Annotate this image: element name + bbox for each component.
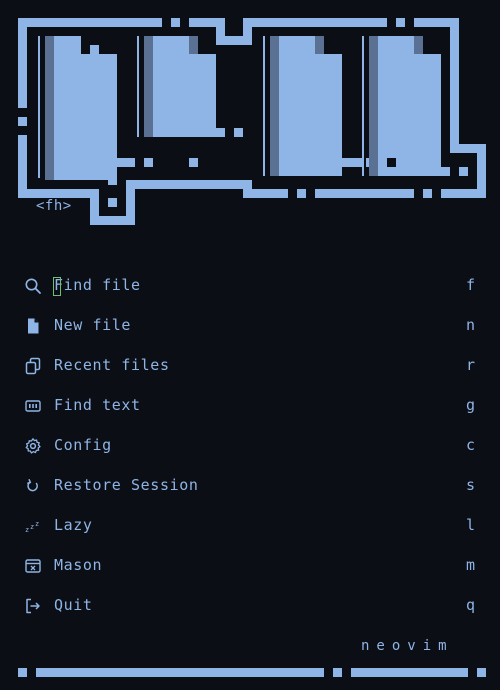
svg-text:z: z xyxy=(25,526,29,534)
menu-item-label: Quit xyxy=(54,596,93,614)
sleep-icon: zzz xyxy=(24,517,42,535)
svg-text:z: z xyxy=(30,523,34,531)
menu-item-recent-files[interactable]: Recent files r xyxy=(0,347,500,387)
menu-item-label: Recent files xyxy=(54,356,170,374)
menu-item-label: Find text xyxy=(54,396,141,414)
gear-icon xyxy=(24,437,42,455)
menu-item-quit[interactable]: Quit q xyxy=(0,587,500,627)
menu-item-mason[interactable]: Mason m xyxy=(0,547,500,587)
find-text-icon xyxy=(24,397,42,415)
menu-item-key: m xyxy=(466,556,476,574)
menu-item-lazy[interactable]: zzz Lazy l xyxy=(0,507,500,547)
package-icon xyxy=(24,557,42,575)
keymap-hint: <fh> xyxy=(36,198,72,214)
menu-item-key: f xyxy=(466,276,476,294)
search-icon xyxy=(24,277,42,295)
menu-item-restore-session[interactable]: Restore Session s xyxy=(0,467,500,507)
dashboard-header-art xyxy=(18,18,486,225)
menu-item-label: Lazy xyxy=(54,516,93,534)
exit-icon xyxy=(24,597,42,615)
footer-brand-text: neovim xyxy=(361,638,454,654)
svg-text:z: z xyxy=(35,520,39,528)
menu-item-key: c xyxy=(466,436,476,454)
menu-item-key: r xyxy=(466,356,476,374)
status-bar xyxy=(18,668,486,677)
menu-item-config[interactable]: Config c xyxy=(0,427,500,467)
menu-item-key: q xyxy=(466,596,476,614)
menu-item-label: Config xyxy=(54,436,112,454)
menu-item-label: Find file xyxy=(54,276,141,294)
menu-item-label: Restore Session xyxy=(54,476,199,494)
menu-item-label: New file xyxy=(54,316,132,334)
cursor xyxy=(53,277,61,296)
menu-item-find-file[interactable]: Find file f xyxy=(0,267,500,307)
menu-item-label: Mason xyxy=(54,556,103,574)
menu-item-key: s xyxy=(466,476,476,494)
menu-item-key: l xyxy=(466,516,476,534)
menu-item-new-file[interactable]: New file n xyxy=(0,307,500,347)
recent-files-icon xyxy=(24,357,42,375)
menu-item-key: g xyxy=(466,396,476,414)
menu-item-key: n xyxy=(466,316,476,334)
restore-icon xyxy=(24,477,42,495)
menu-item-find-text[interactable]: Find text g xyxy=(0,387,500,427)
new-file-icon xyxy=(24,317,42,335)
